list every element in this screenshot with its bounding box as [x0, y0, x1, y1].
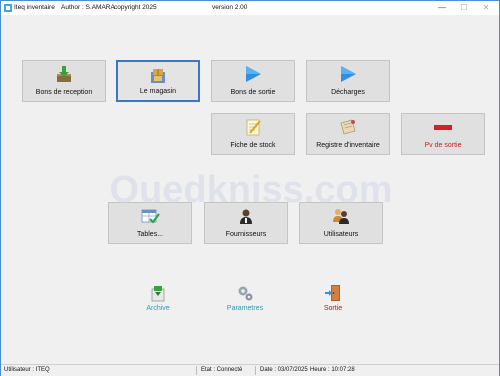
- warehouse-box-icon: [151, 69, 165, 83]
- users-icon: [333, 209, 349, 224]
- ledger-icon: [340, 119, 356, 135]
- gears-icon: [238, 286, 253, 301]
- copyright-label: copyright 2025: [114, 4, 157, 11]
- status-separator: [196, 366, 197, 375]
- archive-button[interactable]: Archive: [128, 284, 188, 324]
- table-check-icon: [141, 209, 160, 224]
- fiche-stock-button[interactable]: Fiche de stock: [211, 113, 295, 155]
- blue-play-arrow-icon: [341, 66, 356, 82]
- parametres-button[interactable]: Parametres: [215, 284, 275, 324]
- blue-play-arrow-icon: [246, 66, 261, 82]
- magasin-button[interactable]: Le magasin: [116, 60, 200, 102]
- status-separator: [255, 366, 256, 375]
- archive-icon: [151, 286, 165, 302]
- red-minus-icon: [434, 125, 452, 130]
- status-bar: Utilisateur : ITEQ Etat : Connecté Date …: [1, 364, 499, 376]
- sortie-label: Sortie: [323, 305, 343, 312]
- sortie-button[interactable]: Sortie: [303, 284, 363, 324]
- notepad-pencil-icon: [246, 119, 261, 136]
- tables-button[interactable]: Tables...: [108, 202, 192, 244]
- bons-reception-button[interactable]: Bons de reception: [22, 60, 106, 102]
- close-button[interactable]: ✕: [481, 3, 491, 13]
- bons-sortie-label: Bons de sortie: [230, 89, 276, 96]
- main-window: Iteq inventaire Author : S.AMARA copyrig…: [0, 0, 500, 376]
- utilisateurs-button[interactable]: Utilisateurs: [299, 202, 383, 244]
- status-etat: Etat : Connecté: [201, 367, 243, 373]
- fournisseurs-button[interactable]: Fournisseurs: [204, 202, 288, 244]
- decharges-button[interactable]: Décharges: [306, 60, 390, 102]
- version-label: version 2.00: [212, 4, 248, 11]
- utilisateurs-label: Utilisateurs: [323, 231, 359, 238]
- bons-reception-label: Bons de reception: [35, 89, 93, 96]
- fiche-stock-label: Fiche de stock: [230, 142, 276, 149]
- status-user: Utilisateur : ITEQ: [4, 367, 50, 373]
- status-date: Date : 03/07/2025: [260, 367, 308, 373]
- registre-inventaire-label: Registre d'inventaire: [316, 142, 380, 149]
- parametres-label: Parametres: [226, 305, 264, 312]
- magasin-label: Le magasin: [139, 88, 177, 95]
- bons-sortie-button[interactable]: Bons de sortie: [211, 60, 295, 102]
- author-label: Author : S.AMARA: [61, 4, 115, 11]
- title-bar: Iteq inventaire Author : S.AMARA copyrig…: [1, 1, 499, 15]
- archive-label: Archive: [146, 305, 170, 312]
- download-box-icon: [57, 66, 71, 82]
- user-icon: [240, 209, 252, 224]
- pv-sortie-button[interactable]: Pv de sortie: [401, 113, 485, 155]
- app-name: Iteq inventaire: [14, 4, 55, 11]
- tables-label: Tables...: [136, 231, 164, 238]
- pv-sortie-label: Pv de sortie: [424, 142, 462, 149]
- app-icon: [4, 4, 12, 12]
- fournisseurs-label: Fournisseurs: [225, 231, 267, 238]
- exit-door-icon: [325, 285, 340, 301]
- maximize-button[interactable]: ☐: [459, 3, 469, 13]
- decharges-label: Décharges: [331, 89, 365, 96]
- status-heure: Heure : 10:07:28: [310, 367, 355, 373]
- minimize-button[interactable]: —: [437, 3, 447, 13]
- registre-inventaire-button[interactable]: Registre d'inventaire: [306, 113, 390, 155]
